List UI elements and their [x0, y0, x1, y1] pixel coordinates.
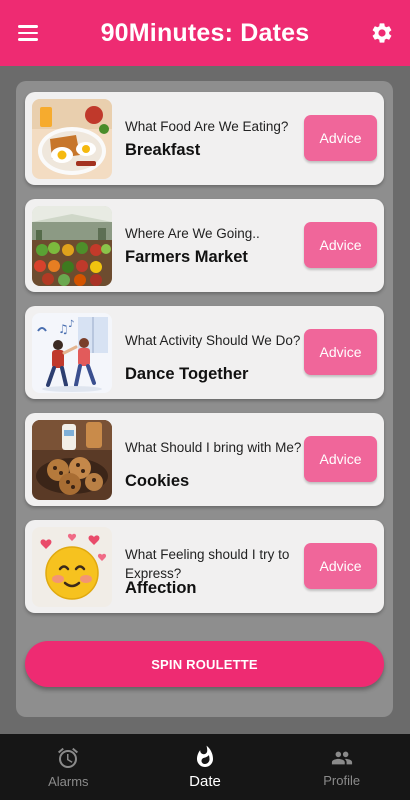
- card-activity: ♫ ♪ What Activity Should We Do? Dance To…: [25, 306, 384, 399]
- alarm-clock-icon: [58, 747, 79, 768]
- breakfast-image: [32, 99, 112, 179]
- advice-button[interactable]: Advice: [304, 543, 377, 589]
- advice-button[interactable]: Advice: [304, 436, 377, 482]
- menu-icon: [18, 25, 38, 28]
- nav-label: Alarms: [48, 773, 89, 789]
- spin-roulette-button[interactable]: SPIN ROULETTE: [25, 641, 384, 687]
- nav-item-alarms[interactable]: Alarms: [0, 734, 137, 800]
- card-answer: Farmers Market: [125, 248, 248, 266]
- farmers-market-image: [32, 206, 112, 286]
- app-bar: 90Minutes: Dates: [0, 0, 410, 66]
- svg-text:♪: ♪: [68, 319, 74, 330]
- card-answer: Cookies: [125, 472, 190, 490]
- card-question: What Feeling should I try to Express?: [125, 547, 290, 581]
- people-icon: [331, 751, 352, 764]
- card-place: Where Are We Going.. Farmers Market Advi…: [25, 199, 384, 292]
- advice-button[interactable]: Advice: [304, 329, 377, 375]
- nav-item-profile[interactable]: Profile: [273, 734, 410, 800]
- gear-icon: [372, 23, 392, 43]
- date-plan-panel: What Food Are We Eating? Breakfast Advic…: [16, 81, 393, 717]
- nav-label: Profile: [323, 772, 361, 788]
- card-feeling: What Feeling should I try to Express? Af…: [25, 520, 384, 613]
- app-title: 90Minutes: Dates: [100, 18, 310, 47]
- card-answer: Affection: [125, 579, 197, 597]
- advice-button[interactable]: Advice: [304, 115, 377, 161]
- card-question: What Food Are We Eating?: [125, 119, 289, 134]
- card-question: What Should I bring with Me?: [125, 440, 302, 455]
- flame-icon: [197, 745, 213, 767]
- bottom-nav: Alarms Date Profile: [0, 734, 410, 800]
- settings-button[interactable]: [366, 17, 398, 49]
- dance-image: ♫ ♪: [32, 313, 112, 393]
- advice-button[interactable]: Advice: [304, 222, 377, 268]
- nav-item-date[interactable]: Date: [137, 734, 274, 800]
- menu-button[interactable]: [14, 19, 50, 47]
- card-answer: Dance Together: [125, 365, 249, 383]
- nav-label: Date: [189, 772, 221, 790]
- card-question: Where Are We Going..: [125, 226, 260, 241]
- card-answer: Breakfast: [125, 141, 201, 159]
- card-question: What Activity Should We Do?: [125, 333, 301, 348]
- card-bring: What Should I bring with Me? Cookies Adv…: [25, 413, 384, 506]
- affection-emoji-image: [32, 527, 112, 607]
- card-food: What Food Are We Eating? Breakfast Advic…: [25, 92, 384, 185]
- cookies-image: [32, 420, 112, 500]
